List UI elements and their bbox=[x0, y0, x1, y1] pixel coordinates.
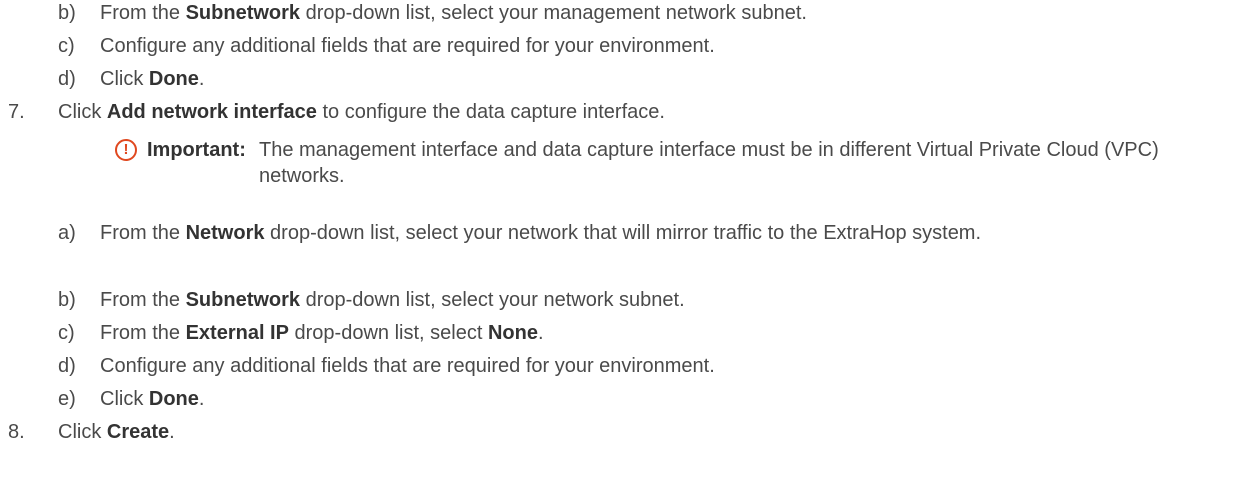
step-b-marker: b) bbox=[58, 2, 76, 24]
important-label: Important: bbox=[147, 139, 246, 161]
substep-a-marker: a) bbox=[58, 222, 76, 244]
substep-c-text: From the External IP drop-down list, sel… bbox=[100, 322, 544, 344]
step-7-text: Click Add network interface to configure… bbox=[58, 101, 665, 123]
step-8-text: Click Create. bbox=[58, 421, 175, 443]
substep-e-text: Click Done. bbox=[100, 388, 205, 410]
step-8-marker: 8. bbox=[8, 421, 25, 443]
step-7-marker: 7. bbox=[8, 101, 25, 123]
important-text: The management interface and data captur… bbox=[259, 139, 1159, 187]
substep-b-text: From the Subnetwork drop-down list, sele… bbox=[100, 289, 685, 311]
substep-a-text: From the Network drop-down list, select … bbox=[100, 222, 982, 244]
step-c-marker: c) bbox=[58, 35, 75, 57]
substep-c-marker: c) bbox=[58, 322, 75, 344]
step-d-text: Click Done. bbox=[100, 68, 205, 90]
step-d-marker: d) bbox=[58, 68, 76, 90]
document-page: { "steps": [ {"marker": "b)", "pre": "Fr… bbox=[0, 0, 1253, 490]
substep-b-marker: b) bbox=[58, 289, 76, 311]
step-c-text: Configure any additional fields that are… bbox=[100, 35, 715, 57]
substep-d-text: Configure any additional fields that are… bbox=[100, 355, 715, 377]
step-b-text: From the Subnetwork drop-down list, sele… bbox=[100, 2, 807, 24]
important-icon: ! bbox=[115, 139, 137, 161]
substep-d-marker: d) bbox=[58, 355, 76, 377]
substep-e-marker: e) bbox=[58, 388, 76, 410]
